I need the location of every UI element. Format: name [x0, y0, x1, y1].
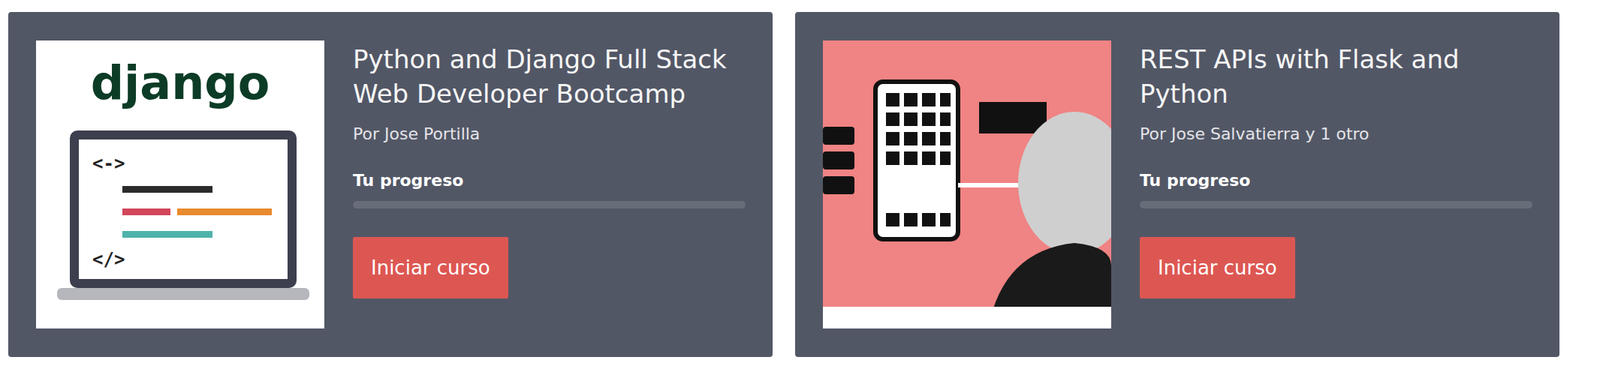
course-thumbnail[interactable] [822, 40, 1112, 329]
svg-text:</>: </> [92, 249, 125, 271]
svg-text:django: django [90, 55, 271, 111]
svg-text:<->: <-> [92, 153, 125, 175]
course-list: django <-> </> Python and Django Full Stack… [0, 0, 1600, 358]
course-card[interactable]: REST APIs with Flask and Python Por Jose … [795, 12, 1560, 358]
course-title[interactable]: REST APIs with Flask and Python [1139, 42, 1533, 112]
course-author: Por Jose Portilla [352, 123, 746, 146]
course-card[interactable]: django <-> </> Python and Django Full Stack… [8, 12, 773, 358]
course-title[interactable]: Python and Django Full Stack Web Develop… [352, 42, 746, 112]
course-author: Por Jose Salvatierra y 1 otro [1139, 123, 1533, 146]
progress-bar [352, 201, 746, 209]
course-thumbnail[interactable]: django <-> </> [36, 40, 325, 329]
instructor-photo-icon [822, 40, 1112, 329]
progress-label: Tu progreso [352, 169, 746, 193]
django-laptop-icon: django <-> </> [36, 40, 325, 329]
course-info: REST APIs with Flask and Python Por Jose … [1139, 40, 1533, 329]
progress-bar [1139, 201, 1533, 209]
start-course-button[interactable]: Iniciar curso [1139, 237, 1296, 299]
course-info: Python and Django Full Stack Web Develop… [352, 40, 746, 329]
start-course-button[interactable]: Iniciar curso [352, 237, 509, 299]
progress-label: Tu progreso [1139, 169, 1533, 193]
